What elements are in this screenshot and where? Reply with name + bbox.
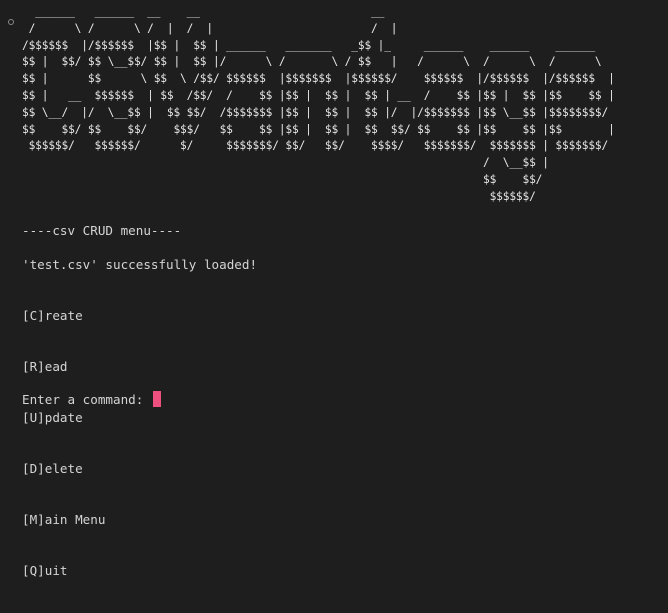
- menu-item-main-menu: [M]ain Menu: [22, 512, 106, 527]
- menu-item-update: [U]pdate: [22, 410, 83, 425]
- menu-item-create: [C]reate: [22, 308, 83, 323]
- circle-marker-icon: [8, 19, 14, 25]
- terminal-window[interactable]: ______ ______ __ __ __ / \ / \ / | / | /…: [0, 0, 668, 578]
- text-cursor[interactable]: [152, 391, 161, 407]
- command-prompt[interactable]: Enter a command:: [22, 391, 161, 408]
- command-menu: [C]reate [R]ead [U]pdate [D]elete [M]ain…: [22, 273, 105, 613]
- ascii-banner: ______ ______ __ __ __ / \ / \ / | / | /…: [22, 5, 615, 203]
- menu-item-delete: [D]elete: [22, 461, 83, 476]
- load-status-message: 'test.csv' successfully loaded!: [22, 257, 258, 272]
- menu-title: ----csv CRUD menu----: [22, 223, 182, 238]
- menu-item-quit: [Q]uit: [22, 563, 68, 578]
- menu-item-read: [R]ead: [22, 359, 68, 374]
- prompt-label: Enter a command:: [22, 392, 151, 407]
